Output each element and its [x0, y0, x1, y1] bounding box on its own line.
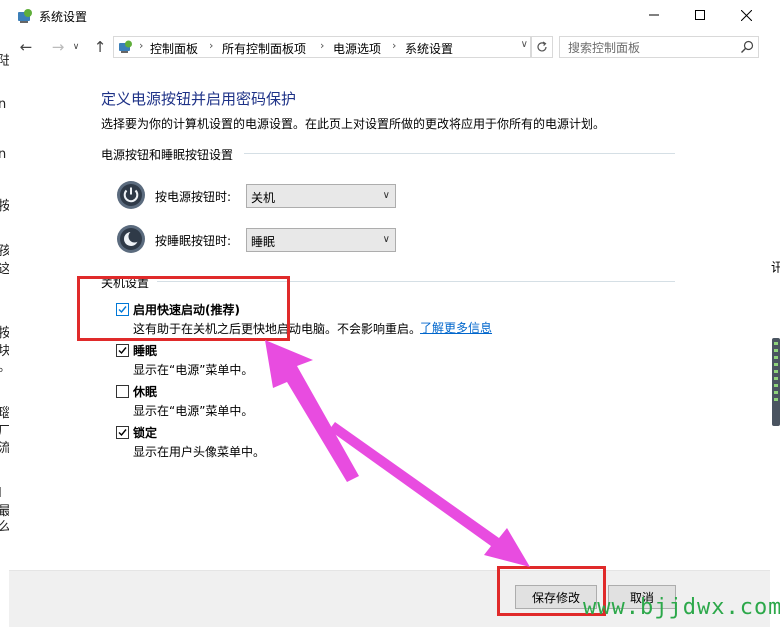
background-text: n [0, 147, 7, 162]
background-text: n [0, 97, 7, 112]
annotation-arrow [265, 340, 359, 482]
annotation-arrows [265, 340, 530, 567]
background-window-right-edge: 讯 [769, 0, 780, 626]
site-watermark: www.bjjdwx.com [583, 595, 780, 620]
background-text: 讯 [771, 261, 780, 276]
background-text: I [0, 486, 2, 501]
annotation-arrow [329, 422, 530, 567]
system-settings-window: 系统设置 ← → ∨ ↑ › 控制面板 › 所有控制面板项 › 电源选项 › 系… [9, 0, 770, 627]
background-scrollbar [772, 338, 780, 426]
